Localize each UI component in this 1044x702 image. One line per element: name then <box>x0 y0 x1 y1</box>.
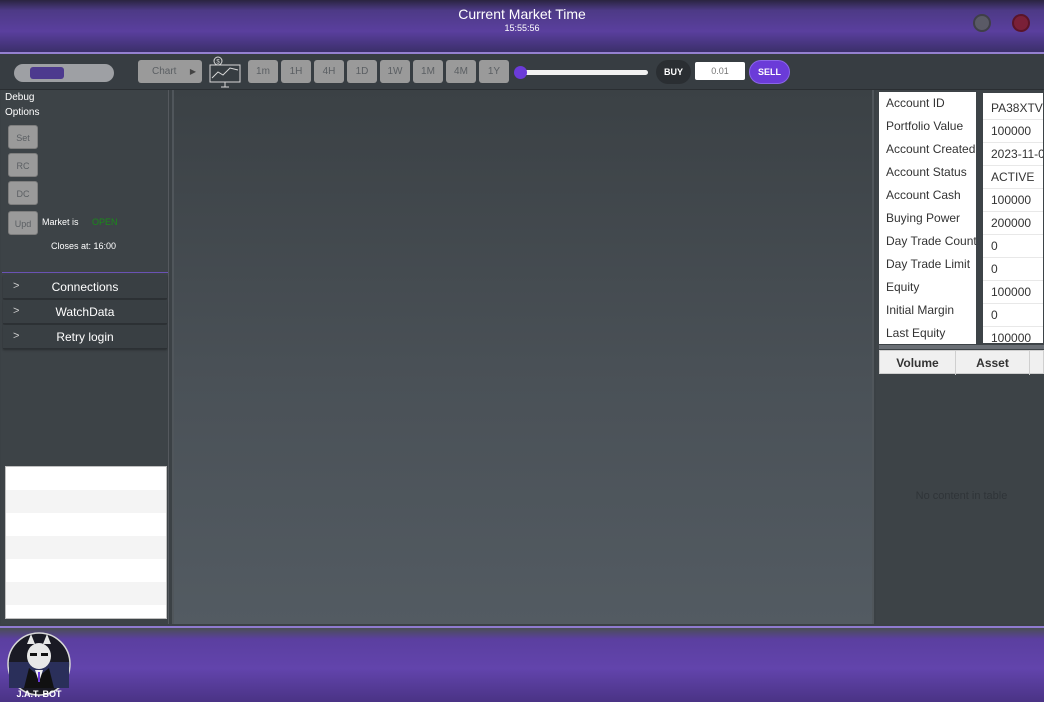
account-field-label: Portfolio Value <box>886 119 964 133</box>
timeframe-button-4h[interactable]: 4H <box>314 60 344 83</box>
timeframe-button-1y[interactable]: 1Y <box>479 60 509 83</box>
left-sidebar: Debug Options Set RC DC Upd Market is OP… <box>1 90 169 624</box>
positions-table[interactable]: Volume Asset No content in table <box>879 350 1044 624</box>
timeframe-button-1h[interactable]: 1H <box>281 60 311 83</box>
list-item[interactable] <box>6 582 166 605</box>
account-field-value: 100000 <box>983 189 1043 212</box>
account-field-value: 0 <box>983 258 1043 281</box>
app-window: Current Market Time 15:55:56 Chart ▶ $ 1… <box>0 0 1044 702</box>
minimize-button[interactable] <box>973 14 991 32</box>
logo-text: J.A.T. BOT <box>16 689 62 699</box>
account-field-value: 200000 <box>983 212 1043 235</box>
account-field-label: Equity <box>886 280 920 294</box>
account-field-value: 2023-11-0 <box>983 143 1043 166</box>
account-field-label: Account Status <box>886 165 967 179</box>
account-field-value: 0 <box>983 235 1043 258</box>
section-label: Retry login <box>56 330 114 344</box>
debug-options-label: Debug Options <box>5 92 40 118</box>
account-field-label: Day Trade Limit <box>886 257 971 271</box>
account-field-label: Last Equity <box>886 326 946 340</box>
section-label: WatchData <box>55 305 115 319</box>
market-time-title: Current Market Time <box>458 6 586 22</box>
chart-type-label: Chart <box>152 66 177 77</box>
account-field-label: Buying Power <box>886 211 961 225</box>
timeframe-button-1w[interactable]: 1W <box>380 60 410 83</box>
timeframe-button-1m[interactable]: 1M <box>413 60 443 83</box>
market-status-label: Market is <box>42 217 79 227</box>
section-watchdata[interactable]: > WatchData <box>3 300 167 324</box>
quantity-input[interactable] <box>695 62 745 80</box>
buy-button[interactable]: BUY <box>656 60 691 84</box>
list-item[interactable] <box>6 513 166 536</box>
account-labels-list: Account ID Portfolio Value Account Created… <box>879 92 976 344</box>
account-values-list: PA38XTVS1000002023-11-0ACTIVE10000020000… <box>983 93 1043 343</box>
account-field-value: 100000 <box>983 281 1043 304</box>
rc-button[interactable]: RC <box>8 153 38 177</box>
timeframe-button-1m[interactable]: 1m <box>248 60 278 83</box>
list-item[interactable] <box>6 559 166 582</box>
footer-bar: J.A.T. BOT <box>0 626 1044 702</box>
amount-slider[interactable] <box>518 70 648 75</box>
timeframe-button-1d[interactable]: 1D <box>347 60 377 83</box>
title-bar: Current Market Time 15:55:56 <box>0 0 1044 54</box>
column-header-volume[interactable]: Volume <box>880 351 956 375</box>
divider <box>2 272 168 273</box>
upd-button[interactable]: Upd <box>8 211 38 235</box>
sell-button[interactable]: SELL <box>749 60 790 84</box>
chart-dollar-icon[interactable]: $ <box>208 56 242 88</box>
theme-toggle[interactable] <box>14 64 114 82</box>
account-field-label: Account Created <box>886 142 976 156</box>
column-header-asset[interactable]: Asset <box>956 351 1030 375</box>
chart-type-select[interactable]: Chart ▶ <box>138 60 202 83</box>
table-header: Volume Asset <box>879 350 1044 375</box>
toolbar: Chart ▶ $ 1m 1H 4H 1D 1W 1M 4M 1Y <box>0 54 1044 90</box>
account-field-label: Account ID <box>886 96 945 110</box>
timeframe-button-4m[interactable]: 4M <box>446 60 476 83</box>
account-field-value: 100000 <box>983 120 1043 143</box>
account-field-label: Account Cash <box>886 188 961 202</box>
section-connections[interactable]: > Connections <box>3 275 167 299</box>
chevron-right-icon: ▶ <box>189 67 196 76</box>
toggle-knob[interactable] <box>30 67 64 79</box>
list-item[interactable] <box>6 490 166 513</box>
account-field-value: PA38XTVS <box>983 97 1043 120</box>
divider <box>879 345 1044 349</box>
market-status-value: OPEN <box>92 217 118 227</box>
log-list[interactable] <box>5 466 167 619</box>
close-button[interactable] <box>1012 14 1030 32</box>
dc-button[interactable]: DC <box>8 181 38 205</box>
empty-table-message: No content in table <box>915 490 1008 502</box>
list-item[interactable] <box>6 536 166 559</box>
section-retry-login[interactable]: > Retry login <box>3 325 167 349</box>
account-field-value: ACTIVE <box>983 166 1043 189</box>
list-item[interactable] <box>6 467 166 490</box>
account-field-value: 0 <box>983 304 1043 327</box>
set-button[interactable]: Set <box>8 125 38 149</box>
chart-canvas[interactable] <box>172 90 874 624</box>
right-sidebar: Account ID Portfolio Value Account Created… <box>876 90 1044 624</box>
slider-handle[interactable] <box>514 66 527 79</box>
section-label: Connections <box>51 280 119 294</box>
account-field-value: 100000 <box>983 327 1043 343</box>
market-time-value: 15:55:56 <box>504 23 540 33</box>
account-field-label: Day Trade Count <box>886 234 976 248</box>
account-field-label: Initial Margin <box>886 303 955 317</box>
market-close-time: Closes at: 16:00 <box>51 241 117 251</box>
